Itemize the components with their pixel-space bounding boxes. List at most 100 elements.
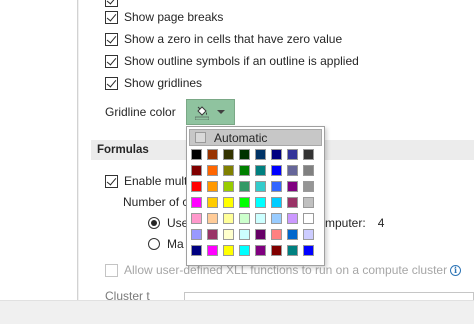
color-swatch[interactable] (303, 149, 314, 160)
checkbox-row-outline-symbols[interactable]: Show outline symbols if an outline is ap… (105, 52, 359, 70)
thread-count-row: Number of c (123, 193, 188, 211)
manual-threads-radio[interactable] (148, 238, 160, 250)
gridlines-checkbox[interactable] (105, 76, 118, 90)
color-swatch[interactable] (255, 149, 266, 160)
automatic-color-option[interactable]: Automatic (189, 129, 322, 146)
color-swatch[interactable] (303, 197, 314, 208)
color-swatch[interactable] (255, 213, 266, 224)
color-swatch[interactable] (239, 181, 250, 192)
color-swatch[interactable] (287, 229, 298, 240)
gridline-color-button[interactable] (186, 99, 235, 125)
use-all-processors-radio[interactable] (148, 217, 160, 229)
zero-values-checkbox[interactable] (105, 32, 118, 46)
excel-options-dialog: Show page breaks Show a zero in cells th… (0, 0, 474, 324)
color-swatch[interactable] (239, 245, 250, 256)
cluster-type-row: Cluster t (105, 287, 150, 300)
color-swatch[interactable] (271, 197, 282, 208)
color-swatch[interactable] (287, 149, 298, 160)
color-swatch[interactable] (303, 229, 314, 240)
page-breaks-label: Show page breaks (124, 10, 224, 24)
color-swatch[interactable] (287, 245, 298, 256)
color-swatch[interactable] (255, 181, 266, 192)
color-swatch[interactable] (239, 229, 250, 240)
color-swatch[interactable] (207, 165, 218, 176)
color-swatch[interactable] (223, 213, 234, 224)
color-swatch[interactable] (223, 229, 234, 240)
color-swatch[interactable] (191, 165, 202, 176)
color-swatch[interactable] (223, 245, 234, 256)
color-swatch[interactable] (287, 213, 298, 224)
color-swatch[interactable] (207, 197, 218, 208)
multithreaded-label: Enable mult (124, 174, 188, 188)
computer-count-value: 4 (377, 216, 385, 230)
multithreaded-checkbox[interactable] (105, 174, 118, 188)
color-swatch[interactable] (287, 181, 298, 192)
cluster-type-field[interactable] (184, 292, 474, 300)
color-swatch[interactable] (303, 245, 314, 256)
color-swatch[interactable] (191, 181, 202, 192)
color-swatch[interactable] (223, 149, 234, 160)
gridline-color-row: Gridline color (105, 103, 176, 121)
outline-symbols-label: Show outline symbols if an outline is ap… (124, 54, 359, 68)
checkbox-row-page-breaks[interactable]: Show page breaks (105, 8, 223, 26)
color-swatch[interactable] (207, 149, 218, 160)
color-swatch[interactable] (255, 229, 266, 240)
color-swatch[interactable] (303, 181, 314, 192)
color-swatch[interactable] (223, 197, 234, 208)
cluster-type-label: Cluster t (105, 289, 150, 300)
color-swatch[interactable] (271, 229, 282, 240)
color-picker-popup: Automatic (186, 126, 325, 266)
outline-symbols-checkbox[interactable] (105, 54, 118, 68)
color-swatch[interactable] (255, 197, 266, 208)
color-swatch[interactable] (191, 213, 202, 224)
color-swatch[interactable] (287, 197, 298, 208)
color-swatch[interactable] (223, 165, 234, 176)
color-swatch[interactable] (287, 165, 298, 176)
color-swatch[interactable] (223, 181, 234, 192)
color-swatch[interactable] (207, 181, 218, 192)
options-category-sidebar (0, 0, 78, 300)
formulas-header-text: Formulas (97, 144, 149, 156)
computer-count-label: mputer: (325, 216, 366, 230)
color-swatch[interactable] (239, 213, 250, 224)
page-breaks-checkbox[interactable] (105, 10, 118, 24)
checkbox-row-zero-values[interactable]: Show a zero in cells that have zero valu… (105, 30, 342, 48)
color-swatch[interactable] (239, 165, 250, 176)
thread-count-label: Number of c (123, 195, 189, 209)
color-swatch[interactable] (239, 149, 250, 160)
color-swatch[interactable] (207, 213, 218, 224)
manual-threads-label: Ma (167, 237, 184, 251)
checkbox-row-multithreaded[interactable]: Enable mult (105, 172, 187, 190)
color-swatch[interactable] (255, 245, 266, 256)
color-palette-grid (191, 149, 314, 256)
color-swatch[interactable] (271, 213, 282, 224)
color-swatch[interactable] (271, 181, 282, 192)
paint-bucket-icon (195, 106, 209, 120)
gridlines-label: Show gridlines (124, 76, 203, 90)
color-swatch[interactable] (271, 165, 282, 176)
computer-count-row: mputer: 4 (325, 214, 384, 232)
color-swatch[interactable] (191, 245, 202, 256)
color-swatch[interactable] (191, 229, 202, 240)
automatic-color-swatch (195, 132, 206, 143)
checkbox-row-gridlines[interactable]: Show gridlines (105, 74, 202, 92)
color-swatch[interactable] (207, 245, 218, 256)
color-swatch[interactable] (271, 149, 282, 160)
radio-row-use-all[interactable]: Use (148, 214, 188, 232)
color-swatch[interactable] (207, 229, 218, 240)
color-swatch[interactable] (191, 149, 202, 160)
color-swatch[interactable] (191, 197, 202, 208)
zero-values-label: Show a zero in cells that have zero valu… (124, 32, 343, 46)
xll-cluster-checkbox[interactable] (105, 263, 118, 277)
dialog-footer (0, 300, 474, 324)
color-swatch[interactable] (239, 197, 250, 208)
chevron-down-icon (217, 110, 225, 114)
partial-checkbox[interactable] (105, 0, 118, 7)
color-swatch[interactable] (271, 245, 282, 256)
automatic-color-label: Automatic (214, 130, 268, 145)
color-swatch[interactable] (303, 213, 314, 224)
info-icon[interactable]: i (450, 264, 462, 276)
radio-row-manual[interactable]: Ma (148, 235, 184, 253)
color-swatch[interactable] (303, 165, 314, 176)
color-swatch[interactable] (255, 165, 266, 176)
